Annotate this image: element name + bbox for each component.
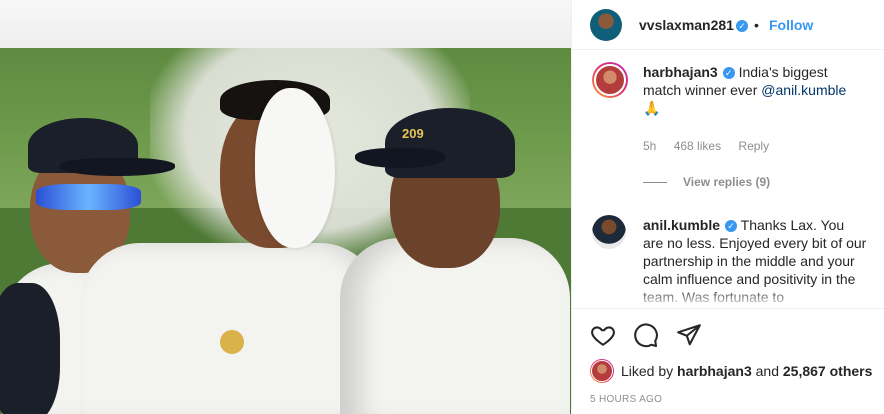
liked-by-and: and [755, 363, 779, 379]
follow-button[interactable]: Follow [769, 17, 813, 33]
pray-emoji-icon: 🙏 [643, 100, 661, 116]
comment-username[interactable]: harbhajan3 [643, 64, 718, 80]
liked-by-avatar[interactable] [590, 359, 614, 383]
post-timestamp[interactable]: 5 HOURS AGO [590, 394, 662, 405]
verified-badge-icon: ✓ [736, 20, 748, 32]
comment-avatar-anil-kumble[interactable] [592, 215, 626, 249]
post-actions: Liked by harbhajan3 and 25,867 others 5 … [572, 308, 884, 414]
post-photo[interactable]: 209 [0, 48, 571, 414]
author-username[interactable]: vvslaxman281 [639, 17, 734, 33]
comment-avatar-harbhajan3[interactable] [592, 62, 628, 98]
post-sidebar: vvslaxman281 ✓ • Follow harbhajan3 ✓ Indi… [571, 0, 884, 414]
liked-by-others[interactable]: 25,867 others [783, 363, 873, 379]
comment-meta: 5h 468 likes Reply [643, 139, 783, 153]
share-icon[interactable] [676, 322, 702, 348]
comment-icon[interactable] [633, 322, 659, 348]
comment-list[interactable]: harbhajan3 ✓ India's biggest match winner… [572, 51, 884, 308]
photo-player-bottom-left [0, 283, 60, 414]
author-avatar[interactable] [590, 9, 622, 41]
media-top-bar [0, 0, 571, 48]
comment-username[interactable]: anil.kumble [643, 217, 720, 233]
post-media-panel: 209 [0, 0, 571, 414]
photo-player-right: 209 [330, 78, 570, 414]
view-replies-label: View replies (9) [683, 175, 771, 189]
liked-by-text: Liked by harbhajan3 and 25,867 others [621, 363, 872, 379]
verified-badge-icon: ✓ [725, 220, 738, 232]
liked-by-prefix: Liked by [621, 363, 674, 379]
verified-badge-icon: ✓ [722, 67, 735, 79]
header-separator: • [754, 17, 759, 33]
post-header: vvslaxman281 ✓ • Follow [572, 0, 884, 50]
comment-body: harbhajan3 ✓ India's biggest match winner… [643, 63, 868, 117]
comment-mention[interactable]: @anil.kumble [761, 82, 846, 98]
liked-by-user[interactable]: harbhajan3 [677, 363, 752, 379]
heart-icon[interactable] [590, 322, 616, 348]
cap-number: 209 [402, 126, 424, 141]
replies-divider [643, 182, 667, 184]
comment-list-fade [572, 288, 884, 308]
view-replies-button[interactable]: View replies (9) [643, 175, 770, 189]
comment-reply-button[interactable]: Reply [738, 139, 769, 153]
comment-age[interactable]: 5h [643, 139, 656, 153]
comment-likes[interactable]: 468 likes [674, 139, 721, 153]
